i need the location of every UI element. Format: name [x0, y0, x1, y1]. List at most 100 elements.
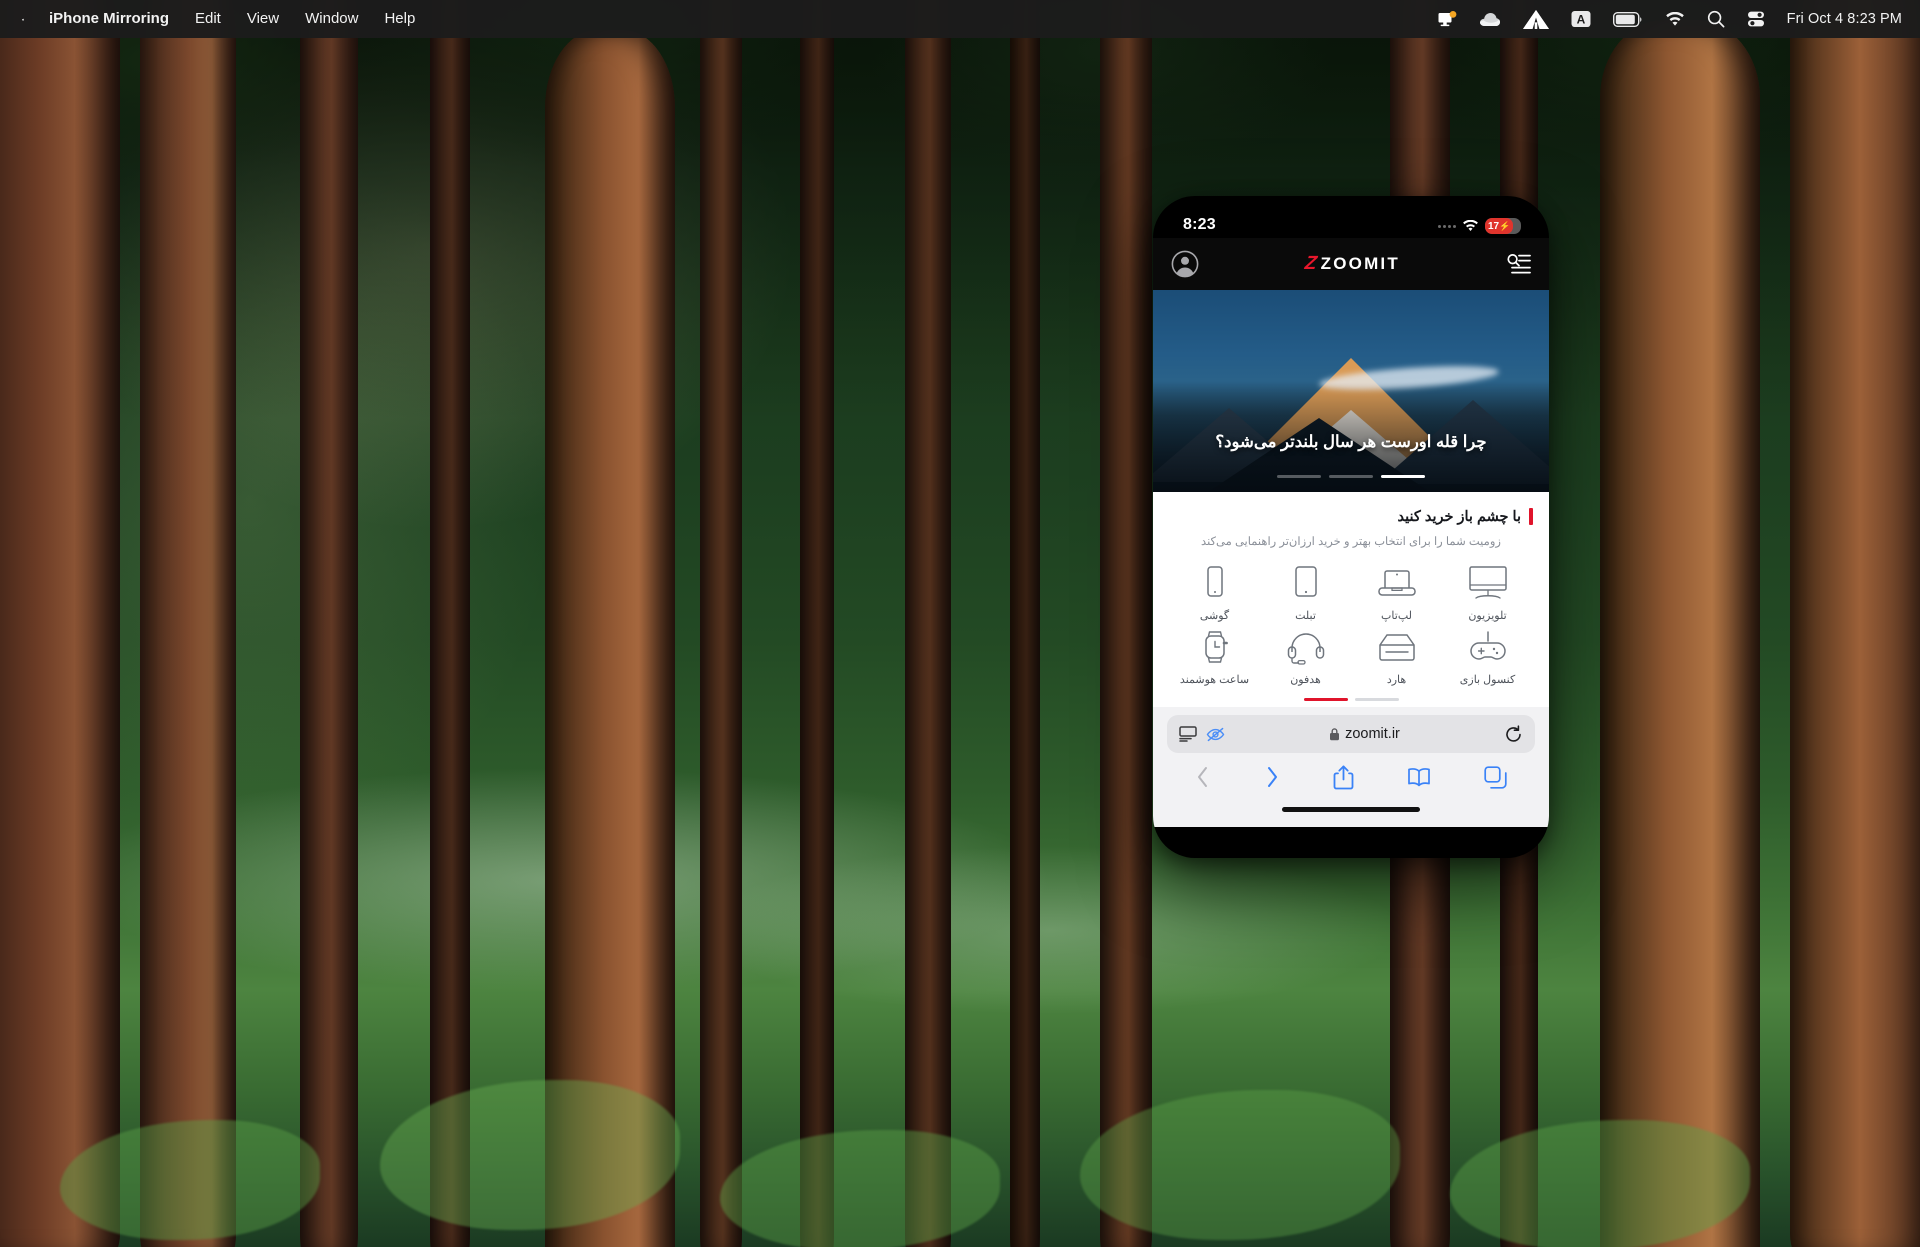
shop-section: با چشم باز خرید کنید زومیت شما را برای ا…	[1153, 492, 1549, 707]
category-laptop[interactable]: لپ‌تاپ	[1351, 564, 1442, 622]
control-center-icon[interactable]	[1736, 0, 1776, 38]
tree-trunk	[800, 0, 834, 1247]
category-label: لپ‌تاپ	[1381, 610, 1412, 622]
menu-help[interactable]: Help	[371, 7, 428, 31]
search-spotlight-icon[interactable]	[1696, 0, 1736, 38]
category-headphone[interactable]: هدفون	[1260, 628, 1351, 686]
zoomit-logo-mark: Z	[1303, 253, 1316, 274]
ios-clock: 8:23	[1183, 216, 1216, 233]
zoomit-logo[interactable]: Z ZOOMIT	[1303, 253, 1400, 275]
charging-bolt-icon: ⚡	[1499, 220, 1511, 231]
headphone-icon	[1287, 633, 1324, 665]
category-phone[interactable]: گوشی	[1169, 564, 1260, 622]
category-smartwatch[interactable]: ساعت هوشمند	[1169, 628, 1260, 686]
battery-icon[interactable]	[1602, 0, 1654, 38]
harddrive-icon	[1378, 634, 1415, 661]
reload-icon[interactable]	[1504, 724, 1523, 744]
menu-app-title[interactable]: iPhone Mirroring	[36, 7, 182, 31]
search-list-icon[interactable]	[1506, 253, 1531, 275]
battery-status: 17 ⚡	[1485, 218, 1521, 234]
tree-trunk	[905, 0, 951, 1247]
dots-signal-icon	[1438, 224, 1456, 228]
hero-carousel[interactable]: چرا قله اورست هر سال بلندتر می‌شود؟	[1153, 290, 1549, 492]
iphone-mirroring-window[interactable]: 8:23 17 ⚡ Z ZOOMIT چرا قله اورست هر سال …	[1153, 196, 1549, 858]
battery-percent: 17	[1488, 220, 1500, 232]
url-display[interactable]: zoomit.ir	[1234, 726, 1495, 742]
tree-trunk	[1010, 0, 1040, 1247]
pagination-dot-active[interactable]	[1303, 698, 1348, 701]
foliage	[1450, 1120, 1750, 1247]
account-circle-icon[interactable]	[1171, 250, 1199, 278]
tree-trunk	[430, 0, 470, 1247]
apple-logo-icon[interactable]	[16, 10, 36, 29]
carousel-dot-active[interactable]	[1381, 475, 1425, 478]
screen-notification-icon[interactable]	[1427, 0, 1468, 38]
input-source-A-icon[interactable]: A	[1560, 0, 1602, 38]
shop-subtitle: زومیت شما را برای انتخاب بهتر و خرید ارز…	[1201, 536, 1501, 548]
book-icon[interactable]	[1407, 767, 1431, 787]
desktop-wallpaper	[0, 0, 1920, 1247]
tree-trunk	[545, 30, 675, 1247]
smartwatch-icon	[1204, 631, 1228, 663]
category-label: هارد	[1386, 674, 1407, 686]
menu-edit[interactable]: Edit	[182, 7, 234, 31]
category-label: تبلت	[1295, 610, 1316, 622]
tree-trunk	[0, 0, 120, 1247]
tree-trunk	[140, 0, 236, 1247]
share-icon[interactable]	[1333, 765, 1354, 790]
reader-view-icon[interactable]	[1179, 726, 1197, 742]
menu-view[interactable]: View	[234, 7, 292, 31]
chevron-left-icon[interactable]	[1195, 765, 1211, 789]
chevron-right-icon[interactable]	[1264, 765, 1280, 789]
gamepad-icon	[1469, 631, 1506, 660]
shop-title-row: با چشم باز خرید کنید	[1169, 508, 1533, 525]
tree-trunk	[1790, 0, 1920, 1247]
laptop-icon	[1377, 570, 1416, 596]
category-label: گوشی	[1199, 610, 1230, 622]
phone-icon	[1206, 566, 1223, 597]
category-label: کنسول بازی	[1459, 674, 1516, 686]
svg-text:A: A	[1576, 12, 1585, 26]
category-harddrive[interactable]: هارد	[1351, 628, 1442, 686]
safari-url-bar[interactable]: zoomit.ir	[1167, 715, 1535, 753]
category-label: ساعت هوشمند	[1179, 674, 1250, 686]
safari-toolbar	[1153, 753, 1549, 801]
zoomit-logo-text: ZOOMIT	[1320, 254, 1400, 273]
accent-bar	[1529, 508, 1533, 525]
category-console[interactable]: کنسول بازی	[1442, 628, 1533, 686]
category-label: هدفون	[1290, 674, 1321, 686]
home-indicator[interactable]	[1282, 807, 1420, 812]
shop-title: با چشم باز خرید کنید	[1397, 508, 1521, 525]
menu-bar-clock[interactable]: Fri Oct 4 8:23 PM	[1776, 11, 1906, 27]
category-pagination[interactable]	[1169, 698, 1533, 707]
wifi-icon[interactable]	[1654, 0, 1696, 38]
carousel-indicators[interactable]	[1153, 475, 1549, 478]
home-indicator-area	[1153, 801, 1549, 827]
category-label: تلویزیون	[1468, 610, 1507, 622]
tabs-icon[interactable]	[1483, 765, 1507, 789]
carousel-dot[interactable]	[1277, 475, 1321, 478]
tree-trunk	[1600, 20, 1760, 1247]
menu-window[interactable]: Window	[292, 7, 371, 31]
lock-icon	[1330, 728, 1340, 741]
ios-status-bar: 8:23 17 ⚡	[1153, 196, 1549, 238]
site-header: Z ZOOMIT	[1153, 238, 1549, 290]
tv-icon	[1468, 566, 1507, 599]
category-tv[interactable]: تلویزیون	[1442, 564, 1533, 622]
mountain-app-icon[interactable]	[1512, 0, 1560, 38]
wifi-icon	[1463, 220, 1478, 231]
category-tablet[interactable]: تبلت	[1260, 564, 1351, 622]
safari-url-area: zoomit.ir	[1153, 707, 1549, 753]
pagination-dot[interactable]	[1354, 698, 1399, 701]
cloud-icon[interactable]	[1468, 0, 1512, 38]
hero-headline[interactable]: چرا قله اورست هر سال بلندتر می‌شود؟	[1153, 432, 1549, 452]
tablet-icon	[1294, 566, 1317, 597]
eye-slash-icon[interactable]	[1206, 727, 1225, 742]
tree-trunk	[1100, 0, 1152, 1247]
carousel-dot[interactable]	[1329, 475, 1373, 478]
foliage	[720, 1130, 1000, 1247]
tree-trunk	[700, 0, 742, 1247]
mac-menu-bar: iPhone Mirroring Edit View Window Help A…	[0, 0, 1920, 38]
url-text: zoomit.ir	[1345, 726, 1400, 742]
category-grid: تلویزیون لپ‌تاپ تبلت	[1169, 564, 1533, 686]
